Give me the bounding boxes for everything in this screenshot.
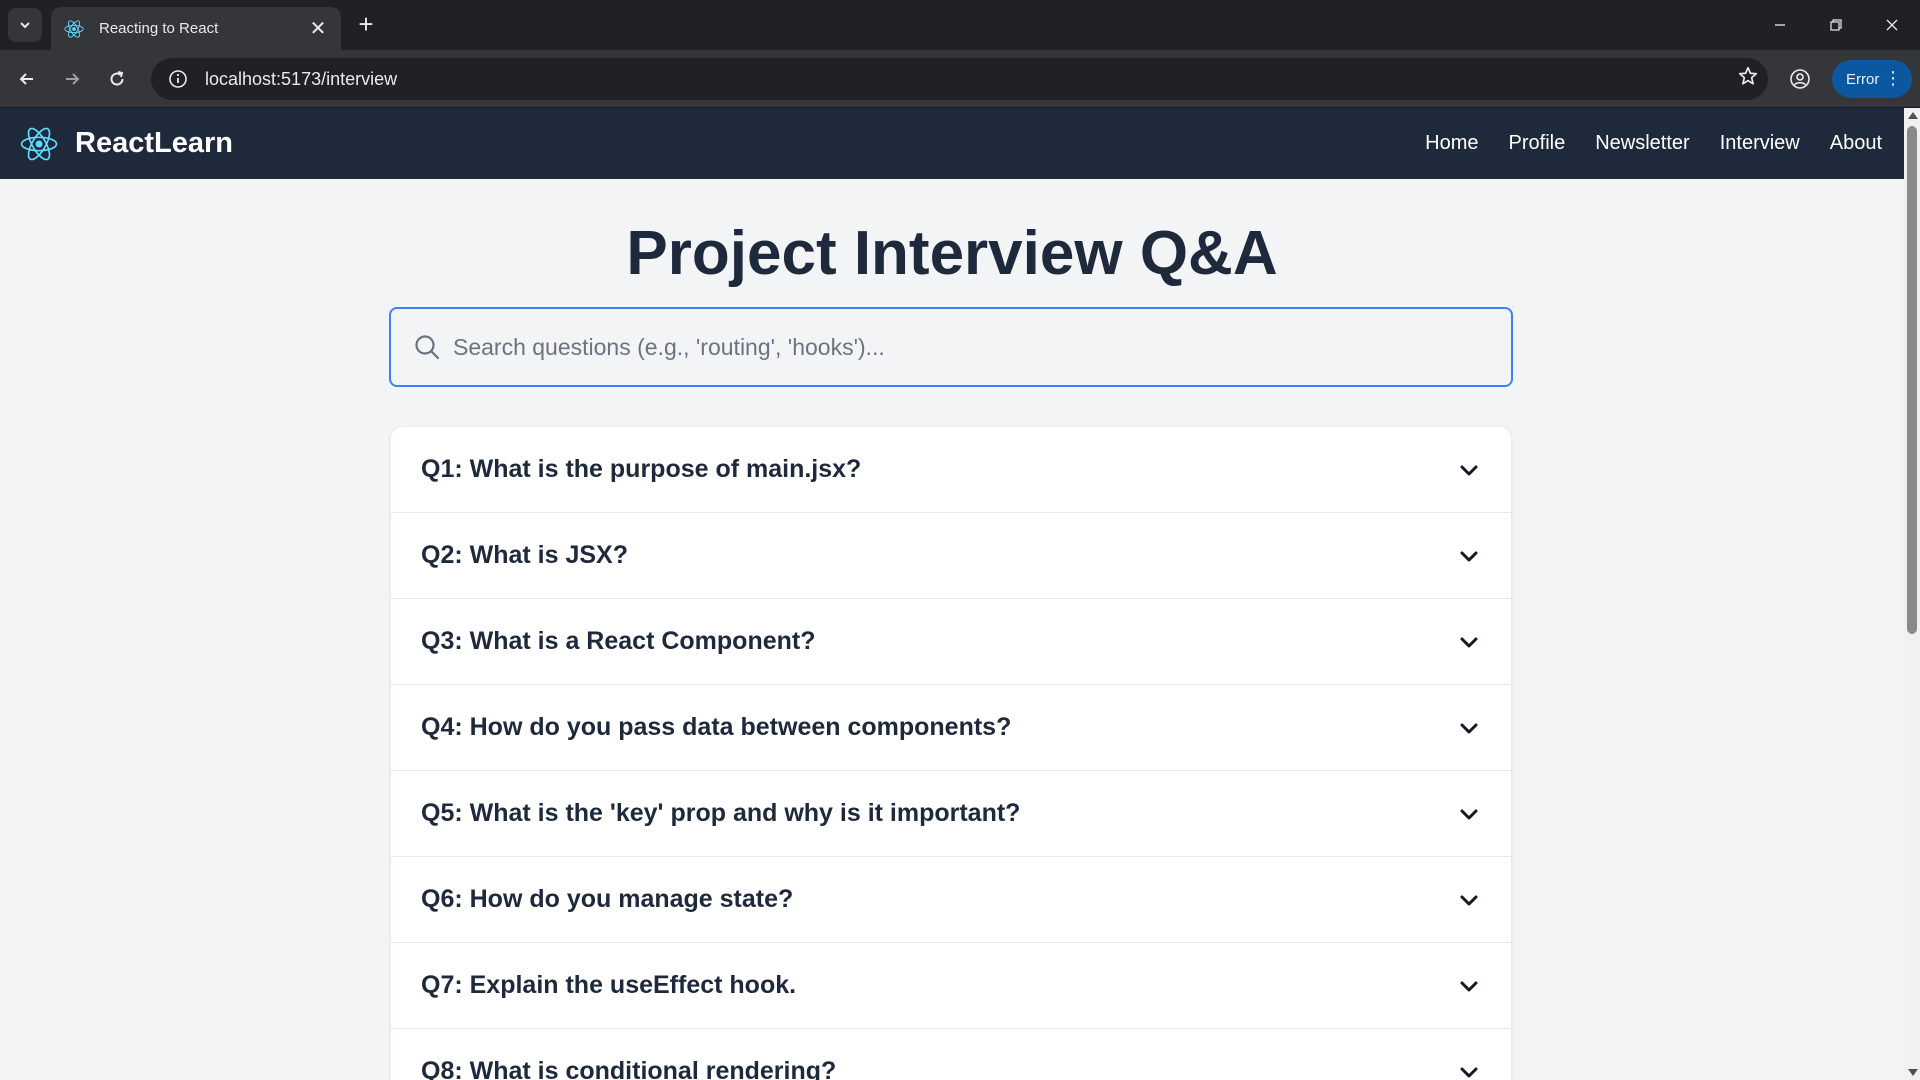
profile-button[interactable] [1784, 63, 1816, 95]
site-navbar: ReactLearn Home Profile Newsletter Inter… [0, 108, 1904, 179]
profile-icon [1790, 69, 1810, 89]
chevron-down-icon [20, 22, 30, 29]
qa-item[interactable]: Q4: How do you pass data between compone… [391, 685, 1511, 771]
chevron-down-icon [1460, 723, 1478, 733]
react-logo-icon [64, 19, 84, 38]
star-icon [1738, 66, 1758, 85]
chevron-down-icon [1460, 1067, 1478, 1077]
qa-question: Q4: How do you pass data between compone… [421, 713, 1012, 741]
chevron-down-icon [1460, 981, 1478, 991]
scroll-down-arrow-icon[interactable] [1908, 1069, 1918, 1076]
qa-item[interactable]: Q6: How do you manage state? [391, 857, 1511, 943]
qa-list: Q1: What is the purpose of main.jsx? Q2:… [391, 427, 1511, 1080]
arrow-left-icon [19, 73, 33, 85]
info-icon [169, 70, 187, 88]
qa-item[interactable]: Q3: What is a React Component? [391, 599, 1511, 685]
chevron-down-icon [1460, 465, 1478, 475]
back-button[interactable] [11, 63, 43, 95]
browser-tabstrip: Reacting to React ✕ + [0, 0, 1920, 50]
restore-icon [1830, 19, 1842, 31]
page-title: Project Interview Q&A [626, 219, 1278, 288]
qa-item[interactable]: Q1: What is the purpose of main.jsx? [391, 427, 1511, 513]
site-info-button[interactable] [157, 69, 199, 89]
browser-toolbar: localhost:5173/interview Error ⋮ [0, 50, 1920, 108]
qa-item[interactable]: Q7: Explain the useEffect hook. [391, 943, 1511, 1029]
nav-link-newsletter[interactable]: Newsletter [1595, 132, 1689, 155]
nav-link-interview[interactable]: Interview [1720, 132, 1800, 155]
qa-question: Q3: What is a React Component? [421, 627, 816, 655]
qa-item[interactable]: Q2: What is JSX? [391, 513, 1511, 599]
close-window-button[interactable] [1864, 0, 1920, 50]
new-tab-button[interactable]: + [352, 10, 380, 38]
qa-question: Q7: Explain the useEffect hook. [421, 971, 797, 999]
chevron-down-icon [1460, 895, 1478, 905]
tab-search-button[interactable] [8, 8, 42, 42]
minimize-button[interactable] [1752, 0, 1808, 50]
chevron-down-icon [1460, 551, 1478, 561]
qa-item[interactable]: Q8: What is conditional rendering? [391, 1029, 1511, 1080]
browser-tab-active[interactable]: Reacting to React ✕ [51, 7, 341, 50]
qa-question: Q6: How do you manage state? [421, 885, 794, 913]
url-text: localhost:5173/interview [205, 68, 398, 89]
close-icon [1886, 19, 1898, 31]
brand[interactable]: ReactLearn [19, 124, 233, 164]
reload-icon [110, 71, 124, 86]
arrow-right-icon [66, 73, 80, 85]
scroll-up-arrow-icon[interactable] [1908, 112, 1918, 119]
error-label: Error [1846, 70, 1880, 88]
search-input[interactable] [453, 309, 1511, 385]
page-scrollbar[interactable] [1904, 108, 1920, 1080]
reload-button[interactable] [101, 63, 133, 95]
close-icon[interactable]: ✕ [307, 16, 329, 41]
qa-question: Q8: What is conditional rendering? [421, 1057, 837, 1080]
qa-item[interactable]: Q5: What is the 'key' prop and why is it… [391, 771, 1511, 857]
error-menu-button[interactable]: Error ⋮ [1832, 60, 1912, 98]
react-logo-icon [20, 127, 58, 160]
chevron-down-icon [1460, 809, 1478, 819]
brand-name: ReactLearn [75, 127, 233, 159]
qa-question: Q5: What is the 'key' prop and why is it… [421, 799, 1021, 827]
qa-question: Q1: What is the purpose of main.jsx? [421, 455, 862, 483]
tab-title: Reacting to React [99, 20, 219, 37]
forward-button[interactable] [56, 63, 88, 95]
qa-question: Q2: What is JSX? [421, 541, 628, 569]
more-vert-icon: ⋮ [1884, 68, 1902, 88]
address-bar[interactable]: localhost:5173/interview [151, 58, 1768, 100]
page-viewport: ReactLearn Home Profile Newsletter Inter… [0, 108, 1904, 1080]
restore-button[interactable] [1808, 0, 1864, 50]
minimize-icon [1775, 24, 1785, 26]
window-controls [1752, 0, 1920, 50]
scroll-thumb[interactable] [1907, 126, 1917, 634]
nav-link-profile[interactable]: Profile [1509, 132, 1566, 155]
nav-link-home[interactable]: Home [1425, 132, 1478, 155]
search-box[interactable] [389, 307, 1513, 387]
nav-link-about[interactable]: About [1830, 132, 1882, 155]
search-icon [415, 335, 440, 360]
bookmark-button[interactable] [1728, 65, 1768, 93]
chevron-down-icon [1460, 637, 1478, 647]
nav-links: Home Profile Newsletter Interview About [1425, 108, 1882, 179]
